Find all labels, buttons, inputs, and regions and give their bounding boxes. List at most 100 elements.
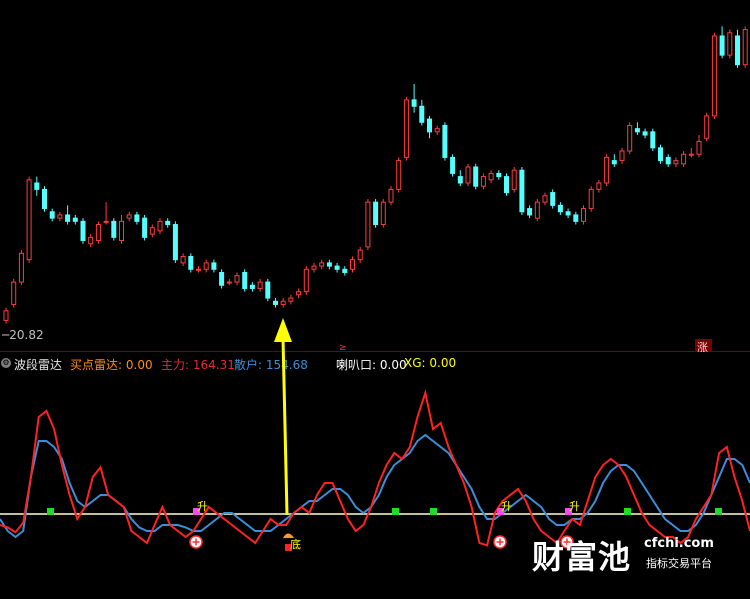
candle-body — [342, 268, 348, 273]
candle-body — [249, 284, 255, 289]
candle-body — [334, 265, 340, 270]
candle-body — [596, 182, 602, 190]
candle — [103, 202, 109, 225]
candle — [257, 278, 263, 292]
candle-body — [211, 262, 217, 270]
candle-body — [88, 236, 94, 245]
signal-square — [47, 508, 54, 515]
candle-body — [565, 211, 571, 216]
candle-body — [65, 214, 71, 222]
candle-body — [673, 160, 679, 165]
candle — [72, 214, 78, 225]
candle-body — [727, 32, 733, 56]
sheng-label: 升 — [197, 500, 208, 513]
candle — [365, 198, 371, 251]
candle-body — [303, 268, 309, 293]
candle — [434, 125, 440, 136]
candlestick-chart[interactable]: ≥ 涨 — [0, 0, 750, 352]
candle — [419, 99, 425, 126]
candle-body — [57, 214, 63, 219]
candle — [542, 192, 548, 206]
candle-body — [519, 169, 525, 213]
candle-body — [488, 172, 494, 181]
candle-body — [550, 192, 556, 206]
signal-square — [624, 508, 631, 515]
signal-square — [392, 508, 399, 515]
candle-body — [403, 99, 409, 158]
candle — [550, 189, 556, 209]
candle — [588, 186, 594, 212]
candle-body — [581, 208, 586, 222]
candle-body — [604, 156, 610, 184]
candle — [226, 278, 232, 286]
candle — [403, 96, 409, 161]
candle-body — [172, 224, 178, 261]
candle — [650, 128, 656, 152]
main-force-line — [0, 389, 750, 547]
candle-body — [411, 99, 417, 107]
candle — [80, 218, 86, 244]
candle — [573, 211, 579, 225]
candle — [442, 122, 448, 161]
candle-body — [665, 156, 671, 165]
candle — [88, 234, 94, 247]
gear-icon[interactable]: ⚙ — [1, 358, 11, 368]
sheng-label: 升 — [569, 500, 580, 513]
candle-body — [465, 166, 471, 184]
candle-body — [72, 217, 78, 222]
candle-body — [134, 214, 140, 222]
candle-body — [257, 281, 263, 289]
candle — [219, 269, 225, 289]
candle — [457, 170, 463, 187]
candle — [727, 29, 733, 59]
price-marker-small: ≥ — [339, 343, 347, 352]
candle — [157, 218, 163, 235]
candle-body — [642, 131, 648, 136]
candle — [188, 253, 194, 273]
candle — [427, 115, 432, 139]
retail-line — [0, 433, 750, 539]
candle — [303, 266, 309, 295]
candle-body — [234, 275, 240, 283]
candle — [211, 259, 217, 273]
candle-body — [149, 227, 155, 235]
candle — [519, 167, 525, 215]
field-xg-value: 0.00 — [429, 356, 457, 370]
candle — [488, 170, 494, 183]
candle-body — [735, 35, 740, 66]
candle-body — [26, 179, 32, 261]
candle — [380, 198, 386, 228]
candle — [111, 218, 117, 241]
candle-body — [719, 35, 725, 56]
candle — [534, 198, 540, 222]
candle — [134, 211, 140, 225]
candle-body — [504, 176, 509, 194]
candle — [249, 282, 255, 292]
candle — [619, 147, 625, 164]
candle — [273, 298, 278, 308]
candle — [642, 128, 648, 139]
candle — [265, 278, 271, 302]
candle-body — [434, 128, 440, 133]
candle — [704, 112, 710, 142]
candle-body — [742, 29, 748, 66]
candle-body — [42, 188, 47, 210]
candle — [673, 157, 679, 168]
candle — [319, 259, 325, 270]
candle-body — [319, 262, 325, 267]
candle-body — [165, 220, 171, 226]
candle — [373, 198, 379, 228]
chart-window: ≥ 涨 ─20.82 升升升底 ⚙ 波段雷达 买点雷达: 0.00 主力: 164… — [0, 0, 750, 599]
candle — [396, 157, 402, 193]
candle — [665, 154, 671, 168]
candle — [296, 288, 302, 299]
candle — [203, 259, 209, 273]
candle-body — [280, 300, 286, 305]
candle — [527, 205, 533, 219]
candle-body — [627, 124, 633, 152]
candle — [11, 278, 17, 308]
candle-body — [296, 291, 302, 296]
candle — [18, 250, 24, 286]
candle — [681, 151, 687, 168]
candle-body — [311, 265, 317, 270]
